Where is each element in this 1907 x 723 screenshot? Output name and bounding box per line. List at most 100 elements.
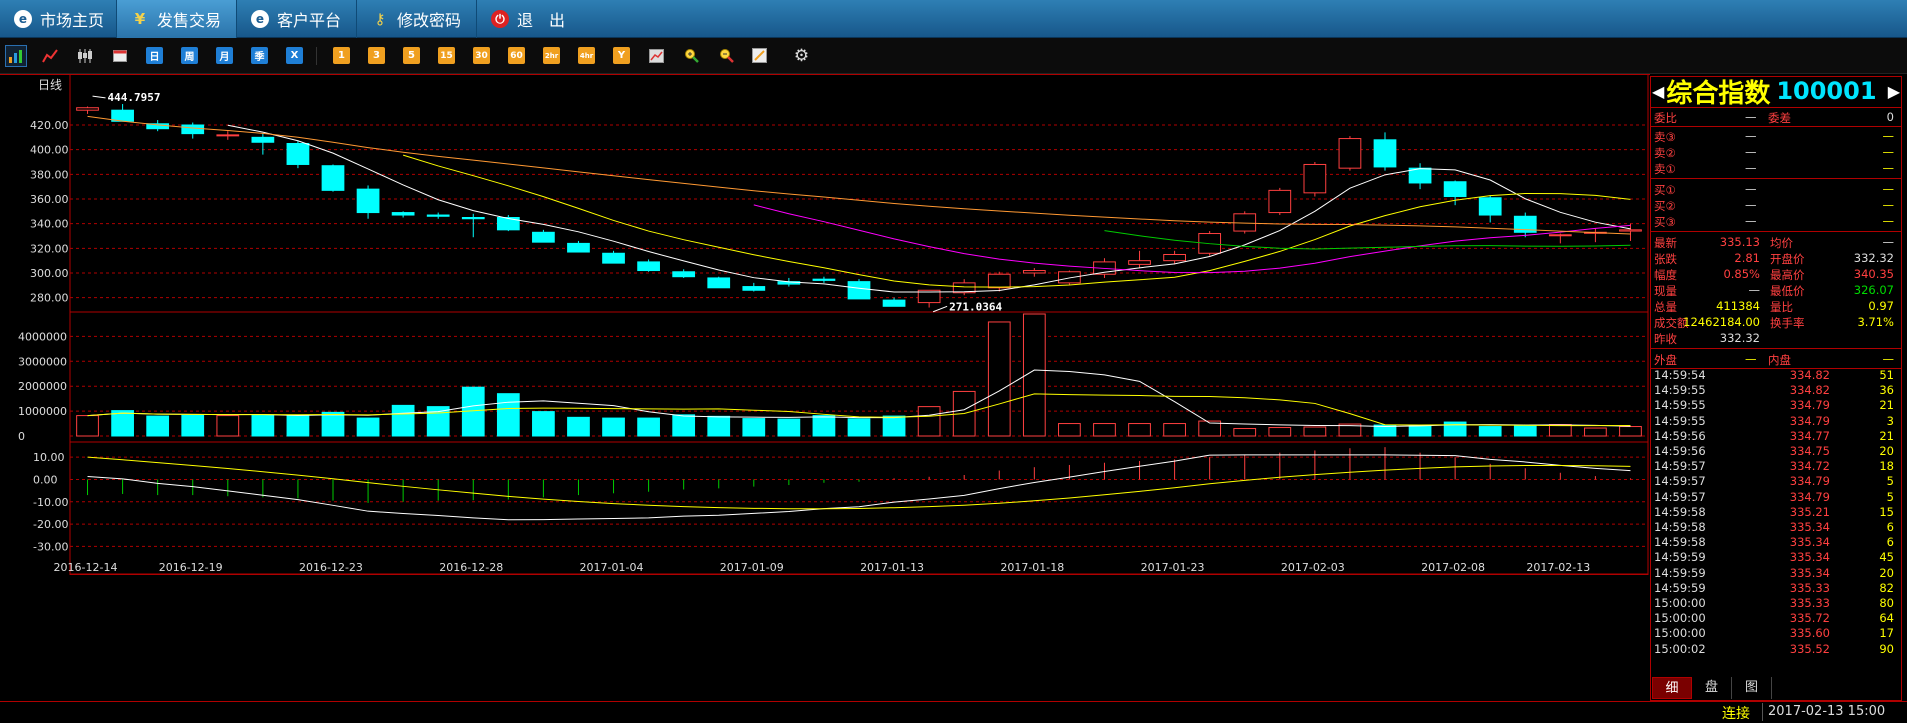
zoom-in-icon[interactable] [683,47,700,64]
ask-price: — [1745,161,1757,175]
stat-value: 12462184.00 [1683,315,1760,329]
nav-client-platform[interactable]: e 客户平台 [237,0,357,38]
minute-1-button[interactable]: 1 [333,47,350,64]
line-chart-tool-icon[interactable] [41,47,58,64]
candlestick-tool-icon[interactable] [76,47,93,64]
candle-body [1128,260,1151,265]
stat-value: 326.07 [1853,283,1894,297]
status-datetime: 2017-02-13 15:00 [1768,704,1886,719]
volume-bar [321,411,345,437]
kline-chart[interactable]: 444.7957 271.0364 420.00 400.00 380.00 360.0… [0,74,1650,701]
candle-body [321,165,345,191]
x-tick-label: 2017-01-18 [1000,561,1064,574]
x-tick-label: 2017-01-04 [580,561,644,574]
nav-market-home[interactable]: e 市场主页 [0,0,117,38]
neipan-label: 内盘 [1768,353,1791,367]
nav-change-password[interactable]: ⚷ 修改密码 [357,0,477,38]
bid-label: 买② [1654,199,1676,213]
stat-row: 总量 411384 量比 0.97 [1650,298,1900,314]
candle-body [181,124,205,135]
volume-bar [1303,426,1327,437]
candle-body [1303,163,1327,194]
price-panel: 444.7957 271.0364 [76,91,1642,313]
indicator-tool-icon[interactable] [648,47,665,64]
bid-price: — [1745,198,1757,212]
x-tick-label: 2017-01-13 [860,561,924,574]
price-tick-label: 380.00 [30,168,69,181]
price-tick-label: 400.00 [30,144,69,157]
period-x-button[interactable]: X [286,47,303,64]
tick-volume: 5 [1886,489,1894,504]
stat-label: 量比 [1770,300,1793,314]
candle-body [1268,189,1292,214]
candle-body [987,273,1011,289]
nav-sale-trading[interactable]: ¥ 发售交易 [117,0,237,38]
stat-label: 开盘价 [1770,252,1805,266]
volume-bar [356,417,380,437]
volume-bar [532,411,555,437]
stat-value: 3.71% [1857,315,1894,329]
volume-bar [1478,426,1502,437]
next-arrow-icon[interactable]: ▶ [1888,82,1900,101]
stat-label: 总量 [1654,300,1677,314]
gear-icon[interactable]: ⚙ [793,46,810,66]
hour-4-button[interactable]: 4hr [578,47,595,64]
minute-5-button[interactable]: 5 [403,47,420,64]
bid-price: — [1745,182,1757,196]
high-annotation: 444.7957 [108,91,161,104]
volume-bar [777,418,801,437]
ask-volume: — [1882,129,1895,143]
nav-label: 发售交易 [157,11,222,30]
tick-time: 14:59:55 [1654,413,1706,428]
tick-volume: 80 [1879,596,1894,610]
stat-value: — [1882,235,1895,249]
volume-bar [707,415,731,437]
macd-dif-line [87,454,1631,521]
stat-row: 张跌 2.81 开盘价 332.32 [1650,250,1900,266]
tick-row: 15:00:00 335.33 80 [1650,595,1900,610]
x-tick-label: 2017-02-03 [1281,561,1345,574]
candle-body [707,277,731,289]
period-month-button[interactable]: 月 [216,47,233,64]
candle-body [1619,229,1642,232]
minute-3-button[interactable]: 3 [368,47,385,64]
period-quarter-button[interactable]: 季 [251,47,268,64]
bid-row: 买③ — — [1650,213,1900,229]
nav-logout[interactable]: ⏻ 退 出 [477,0,597,38]
draw-line-tool-icon[interactable] [751,47,768,64]
period-day-button[interactable]: 日 [146,47,163,64]
tab-book[interactable]: 盘 [1692,677,1732,699]
stat-value: 0.97 [1868,299,1894,313]
tick-row: 14:59:55 334.79 3 [1650,413,1900,428]
minute-60-button[interactable]: 60 [508,47,525,64]
tick-row: 14:59:58 335.21 15 [1650,504,1900,519]
year-button[interactable]: Y [613,47,630,64]
tick-price: 335.34 [1789,520,1830,534]
candle-body [532,231,555,243]
quote-header: ◀ 综合指数 100001 ▶ [1650,76,1902,109]
ask-row: 卖③ — — [1650,128,1900,144]
tick-volume: 36 [1879,383,1894,398]
tick-time: 14:59:58 [1654,520,1706,534]
tab-chart[interactable]: 图 [1732,677,1772,699]
zoom-out-icon[interactable] [718,47,735,64]
tick-price: 334.79 [1789,474,1830,489]
ask-volume: — [1882,161,1895,175]
bid-volume: — [1882,214,1895,228]
minute-30-button[interactable]: 30 [473,47,490,64]
bar-chart-tool-icon[interactable] [5,45,27,67]
hour-2-button[interactable]: 2hr [543,47,560,64]
period-week-button[interactable]: 周 [181,47,198,64]
prev-arrow-icon[interactable]: ◀ [1652,82,1664,101]
volume-bar [987,321,1011,437]
calendar-tool-icon[interactable] [111,47,128,64]
minute-15-button[interactable]: 15 [438,47,455,64]
price-tick-label: 320.00 [30,242,69,255]
tick-row: 14:59:55 334.79 21 [1650,397,1900,412]
tab-detail[interactable]: 细 [1652,677,1692,699]
volume-bar [742,418,766,437]
x-tick-label: 2016-12-14 [54,561,118,574]
tick-row: 14:59:59 335.34 20 [1650,565,1900,580]
volume-bar [496,393,520,437]
volume-bar [917,406,941,437]
